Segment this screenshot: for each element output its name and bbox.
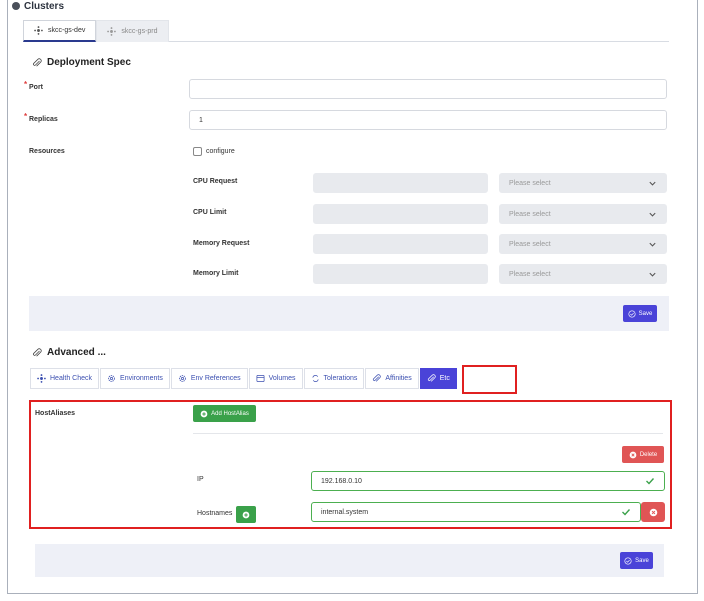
add-host-alias-button[interactable]: Add HostAlias: [193, 405, 256, 422]
port-input[interactable]: [189, 79, 667, 99]
replicas-label-text: Replicas: [29, 116, 58, 123]
add-host-alias-label: Add HostAlias: [211, 410, 249, 417]
tab-label: Health Check: [50, 375, 93, 382]
advanced-save-panel: [35, 544, 664, 577]
cluster-node-icon: [34, 26, 43, 35]
delete-host-alias-button[interactable]: Delete: [622, 446, 664, 463]
cpu-limit-unit-select[interactable]: Please select: [499, 204, 667, 224]
cpu-request-unit-select[interactable]: Please select: [499, 173, 667, 193]
cpu-request-input[interactable]: [313, 173, 488, 193]
paperclip-icon: [33, 57, 42, 66]
advanced-tabs: Health Check Environments Env References…: [30, 368, 458, 389]
hostname-value: internal.system: [321, 508, 369, 516]
tab-label: skcc-gs-dev: [48, 27, 86, 34]
deployment-spec-title: Deployment Spec: [32, 57, 131, 68]
tab-health-check[interactable]: Health Check: [30, 368, 100, 389]
add-hostname-button[interactable]: [236, 506, 256, 523]
volume-icon: [256, 374, 265, 383]
gear-icon: [179, 375, 186, 382]
memory-request-label: Memory Request: [193, 240, 250, 247]
cpu-limit-input[interactable]: [313, 204, 488, 224]
check-icon: [622, 509, 631, 516]
check-circle-icon: [624, 556, 632, 565]
replicas-label: * Replicas: [24, 112, 58, 123]
check-circle-icon: [628, 309, 636, 318]
tab-cluster-prd[interactable]: skcc-gs-prd: [96, 20, 169, 42]
memory-request-unit-select[interactable]: Please select: [499, 234, 667, 254]
port-label: * Port: [24, 80, 43, 91]
close-circle-icon: [649, 508, 657, 516]
remove-hostname-button[interactable]: [641, 502, 665, 522]
advanced-title-text: Advanced ...: [47, 347, 106, 358]
ip-value: 192.168.0.10: [321, 477, 362, 485]
tab-label: Affinities: [385, 375, 412, 382]
advanced-save-button[interactable]: Save: [620, 552, 653, 569]
tab-label: Environments: [120, 375, 163, 382]
advanced-title: Advanced ...: [32, 347, 106, 358]
chevron-down-icon: [649, 181, 656, 186]
tab-etc[interactable]: Etc: [419, 368, 457, 389]
refresh-icon: [311, 375, 319, 382]
tab-tolerations[interactable]: Tolerations: [303, 368, 365, 389]
etc-tab-highlight: [462, 365, 517, 394]
tab-env-references[interactable]: Env References: [170, 368, 248, 389]
cluster-node-icon: [37, 374, 46, 383]
memory-request-input[interactable]: [313, 234, 488, 254]
tab-affinities[interactable]: Affinities: [365, 368, 419, 389]
tab-label: Env References: [190, 375, 241, 382]
paperclip-icon: [373, 374, 381, 382]
close-circle-icon: [629, 451, 637, 458]
chevron-down-icon: [649, 272, 656, 277]
configure-checkbox[interactable]: [193, 147, 202, 156]
ip-input[interactable]: 192.168.0.10: [311, 471, 665, 491]
delete-label: Delete: [639, 451, 658, 458]
select-value: Please select: [509, 240, 551, 248]
configure-label: configure: [206, 148, 235, 155]
tab-cluster-dev[interactable]: skcc-gs-dev: [23, 20, 97, 42]
required-marker: *: [24, 112, 28, 121]
cpu-limit-label: CPU Limit: [193, 209, 227, 216]
gear-icon: [108, 375, 115, 382]
replicas-input[interactable]: 1: [189, 110, 667, 130]
deployment-spec-save-panel: [29, 296, 669, 331]
cluster-node-icon: [107, 27, 117, 36]
tab-label: Volumes: [268, 375, 296, 382]
tab-volumes[interactable]: Volumes: [248, 368, 303, 389]
save-label: Save: [635, 557, 649, 564]
cluster-icon: [12, 2, 20, 10]
memory-limit-unit-select[interactable]: Please select: [499, 264, 667, 284]
hostname-input[interactable]: internal.system: [311, 502, 641, 522]
required-marker: *: [24, 80, 28, 89]
plus-circle-icon: [242, 511, 250, 518]
memory-limit-input[interactable]: [313, 264, 488, 284]
select-value: Please select: [509, 270, 551, 278]
hostnames-label: Hostnames: [197, 510, 233, 517]
tab-label: Tolerations: [323, 375, 358, 382]
save-label: Save: [638, 310, 653, 317]
cpu-request-label: CPU Request: [193, 178, 238, 185]
select-value: Please select: [509, 179, 551, 187]
plus-circle-icon: [200, 410, 208, 417]
ip-label: IP: [197, 476, 204, 483]
tab-environments[interactable]: Environments: [100, 368, 170, 389]
clusters-title-text: Clusters: [24, 0, 65, 12]
memory-limit-label: Memory Limit: [193, 270, 239, 277]
tab-label: Etc: [439, 375, 450, 382]
deployment-spec-title-text: Deployment Spec: [47, 57, 131, 68]
chevron-down-icon: [649, 212, 656, 217]
host-aliases-label: HostAliases: [35, 410, 76, 417]
resources-label: Resources: [29, 148, 65, 155]
chevron-down-icon: [649, 242, 656, 247]
paperclip-icon: [427, 374, 436, 382]
select-value: Please select: [509, 210, 551, 218]
deployment-spec-save-button[interactable]: Save: [623, 305, 657, 322]
divider: [193, 433, 663, 434]
paperclip-icon: [33, 347, 42, 356]
port-label-text: Port: [29, 84, 43, 91]
tab-label: skcc-gs-prd: [121, 28, 158, 35]
check-icon: [646, 478, 655, 485]
clusters-title: Clusters: [12, 0, 64, 12]
cluster-tabs: skcc-gs-dev skcc-gs-prd: [23, 20, 669, 42]
